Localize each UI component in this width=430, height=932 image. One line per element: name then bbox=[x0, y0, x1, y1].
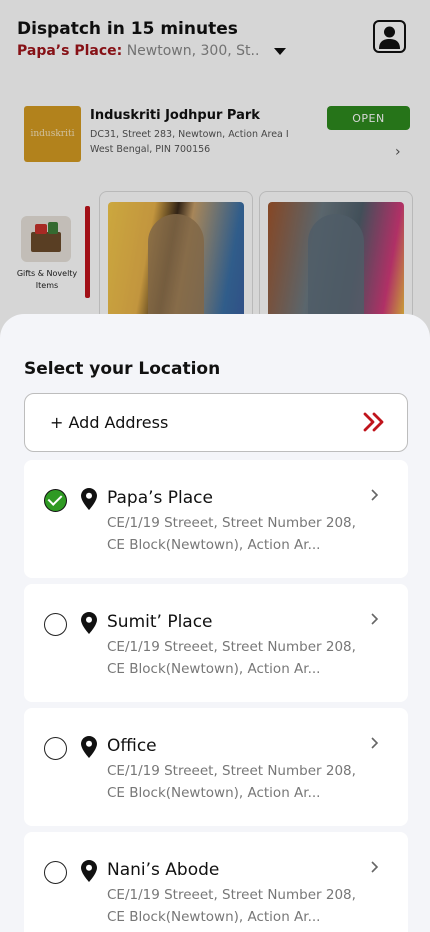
location-pin-icon bbox=[81, 736, 97, 758]
address-radio[interactable] bbox=[44, 737, 67, 760]
location-bottom-sheet: Select your Location + Add Address Papa’… bbox=[0, 314, 430, 932]
add-address-label: + Add Address bbox=[50, 413, 169, 432]
address-line-1: CE/1/19 Streeet, Street Number 208, bbox=[107, 887, 356, 903]
address-item[interactable]: Papa’s Place CE/1/19 Streeet, Street Num… bbox=[24, 460, 408, 578]
address-name: Nani’s Abode bbox=[107, 860, 220, 880]
location-pin-icon bbox=[81, 488, 97, 510]
add-address-button[interactable]: + Add Address bbox=[24, 393, 408, 452]
address-name: Office bbox=[107, 736, 157, 756]
address-item[interactable]: Sumit’ Place CE/1/19 Streeet, Street Num… bbox=[24, 584, 408, 702]
address-list: Papa’s Place CE/1/19 Streeet, Street Num… bbox=[24, 460, 408, 932]
address-item[interactable]: Nani’s Abode CE/1/19 Streeet, Street Num… bbox=[24, 832, 408, 932]
chevron-right-icon bbox=[371, 613, 379, 625]
address-name: Sumit’ Place bbox=[107, 612, 213, 632]
location-pin-icon bbox=[81, 860, 97, 882]
address-line-2: CE Block(Newtown), Action Ar... bbox=[107, 785, 321, 801]
address-line-2: CE Block(Newtown), Action Ar... bbox=[107, 661, 321, 677]
address-radio[interactable] bbox=[44, 861, 67, 884]
sheet-title: Select your Location bbox=[24, 359, 221, 379]
address-name: Papa’s Place bbox=[107, 488, 213, 508]
address-line-1: CE/1/19 Streeet, Street Number 208, bbox=[107, 515, 356, 531]
location-pin-icon bbox=[81, 612, 97, 634]
address-line-2: CE Block(Newtown), Action Ar... bbox=[107, 537, 321, 553]
chevron-right-icon bbox=[371, 861, 379, 873]
address-radio[interactable] bbox=[44, 613, 67, 636]
double-chevron-right-icon bbox=[363, 412, 384, 432]
address-line-1: CE/1/19 Streeet, Street Number 208, bbox=[107, 639, 356, 655]
address-item[interactable]: Office CE/1/19 Streeet, Street Number 20… bbox=[24, 708, 408, 826]
address-line-1: CE/1/19 Streeet, Street Number 208, bbox=[107, 763, 356, 779]
chevron-right-icon bbox=[371, 737, 379, 749]
address-line-2: CE Block(Newtown), Action Ar... bbox=[107, 909, 321, 925]
chevron-right-icon bbox=[371, 489, 379, 501]
address-radio[interactable] bbox=[44, 489, 67, 512]
